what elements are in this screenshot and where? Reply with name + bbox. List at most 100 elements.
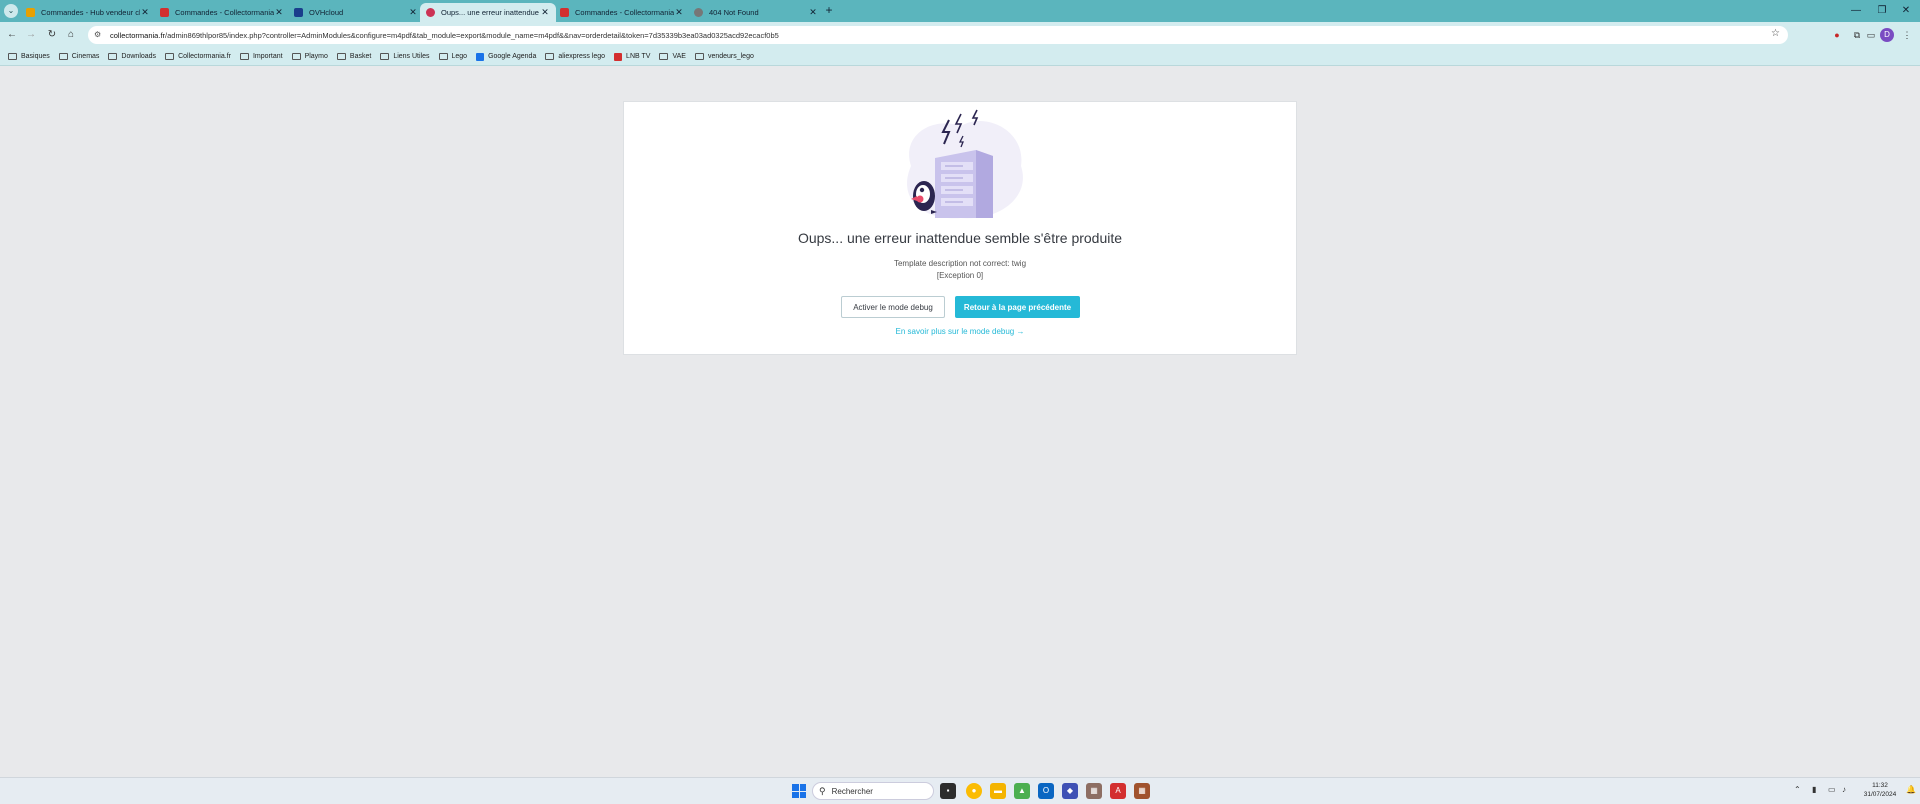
- window-close-icon[interactable]: ✕: [1894, 3, 1918, 19]
- app-icon[interactable]: ◆: [1062, 783, 1078, 799]
- folder-icon: [545, 53, 555, 60]
- tab-favicon-icon: [26, 8, 35, 17]
- clock-time: 11:32: [1872, 782, 1888, 789]
- folder-icon: [239, 53, 249, 60]
- enable-debug-button[interactable]: Activer le mode debug: [841, 296, 945, 318]
- folder-icon: [438, 53, 448, 60]
- minimize-icon[interactable]: —: [1844, 3, 1868, 19]
- photos-icon[interactable]: ▲: [1014, 783, 1030, 799]
- bookmark-folder[interactable]: Downloads: [108, 53, 156, 60]
- tv-icon: [614, 52, 623, 61]
- bookmark-folder[interactable]: Basiques: [8, 53, 50, 60]
- home-icon[interactable]: ⌂: [64, 28, 78, 42]
- bookmark-folder[interactable]: Collectormania.fr: [165, 53, 231, 60]
- extensions-puzzle-icon[interactable]: ⧉: [1850, 28, 1864, 42]
- back-arrow-icon[interactable]: ←: [5, 28, 19, 42]
- bookmark-folder[interactable]: vendeurs_lego: [694, 53, 754, 60]
- close-icon[interactable]: ✕: [540, 7, 550, 18]
- bookmark-folder[interactable]: Playmo: [291, 53, 328, 60]
- folder-icon: [380, 53, 390, 60]
- browser-toolbar: ← → ↻ ⌂ ⚙ collectormania.fr/admin869thlp…: [0, 22, 1920, 48]
- error-message-block: Template description not correct: twig […: [624, 258, 1296, 282]
- url-text[interactable]: collectormania.fr/admin869thlpor85/index…: [110, 31, 779, 40]
- bookmark-link[interactable]: LNB TV: [614, 52, 650, 61]
- forward-arrow-icon[interactable]: →: [24, 28, 38, 42]
- bookmark-folder[interactable]: aliexpress lego: [545, 53, 605, 60]
- tab-favicon-icon: [294, 8, 303, 17]
- close-icon[interactable]: ✕: [674, 7, 684, 18]
- address-bar[interactable]: ⚙ collectormania.fr/admin869thlpor85/ind…: [88, 26, 1788, 44]
- bookmark-folder[interactable]: VAE: [659, 53, 686, 60]
- explorer-folder-icon[interactable]: ▬: [990, 783, 1006, 799]
- bookmark-link[interactable]: Google Agenda: [476, 52, 536, 61]
- tab-favicon-icon: [160, 8, 169, 17]
- clock-date: 31/07/2024: [1863, 791, 1897, 798]
- site-info-icon[interactable]: ⚙: [94, 30, 104, 40]
- network-icon[interactable]: ▭: [1828, 785, 1836, 794]
- acrobat-icon[interactable]: A: [1110, 783, 1126, 799]
- tab-favicon-icon: [560, 8, 569, 17]
- close-icon[interactable]: ✕: [808, 7, 818, 18]
- new-tab-icon[interactable]: +: [822, 4, 836, 18]
- tab-title: OVHcloud: [309, 8, 344, 17]
- learn-more-debug-link[interactable]: En savoir plus sur le mode debug →: [624, 327, 1296, 336]
- archive-icon[interactable]: ▦: [1086, 783, 1102, 799]
- tab[interactable]: Commandes - Hub vendeur cli... ✕: [20, 3, 156, 22]
- bookmark-folder[interactable]: Liens Utiles: [380, 53, 430, 60]
- menu-kebab-icon[interactable]: ⋮: [1900, 28, 1914, 42]
- tab-title: Commandes - Collectormania: [175, 8, 274, 17]
- tab[interactable]: Commandes - Collectormania ✕: [554, 3, 690, 22]
- bookmarks-bar: Basiques Cinemas Downloads Collectormani…: [0, 48, 1920, 66]
- volume-icon[interactable]: ♪: [1842, 785, 1846, 794]
- battery-icon[interactable]: ▮: [1812, 785, 1816, 794]
- folder-icon: [8, 53, 17, 60]
- tab-title: Commandes - Collectormania: [575, 8, 674, 17]
- bookmark-folder[interactable]: Lego: [438, 53, 467, 60]
- error-card: Oups... une erreur inattendue semble s'ê…: [623, 101, 1297, 355]
- extension-icon[interactable]: ●: [1830, 28, 1844, 42]
- clock[interactable]: 11:32 31/07/2024: [1858, 781, 1902, 799]
- folder-icon: [694, 53, 704, 60]
- reload-icon[interactable]: ↻: [45, 28, 59, 42]
- taskbar-search[interactable]: ⚲ Rechercher: [812, 782, 934, 800]
- sidebar-icon[interactable]: ▭: [1864, 28, 1878, 42]
- bookmark-folder[interactable]: Important: [239, 53, 283, 60]
- go-back-button[interactable]: Retour à la page précédente: [955, 296, 1080, 318]
- bookmark-folder[interactable]: Cinemas: [58, 53, 99, 60]
- tab-search-icon[interactable]: ⌄: [4, 4, 18, 18]
- tab-active[interactable]: Oups... une erreur inattendue s... ✕: [420, 3, 556, 22]
- tab-favicon-icon: [426, 8, 435, 17]
- windows-start-icon[interactable]: [792, 784, 806, 798]
- tab-title: 404 Not Found: [709, 8, 759, 17]
- error-message: Template description not correct: twig: [893, 259, 1027, 268]
- tab[interactable]: OVHcloud ✕: [288, 3, 424, 22]
- file-manager-icon[interactable]: ▪: [940, 783, 956, 799]
- tab-strip: ⌄ Commandes - Hub vendeur cli... ✕ Comma…: [0, 0, 1920, 22]
- bookmark-star-icon[interactable]: ☆: [1771, 28, 1780, 39]
- tab-title: Oups... une erreur inattendue s...: [441, 8, 540, 17]
- archive-icon[interactable]: ▦: [1134, 783, 1150, 799]
- folder-icon: [291, 53, 301, 60]
- bookmark-folder[interactable]: Basket: [336, 53, 371, 60]
- restore-icon[interactable]: ❐: [1870, 3, 1894, 19]
- folder-icon: [58, 53, 68, 60]
- calendar-icon: [476, 52, 485, 61]
- folder-icon: [659, 53, 669, 60]
- profile-avatar[interactable]: D: [1880, 28, 1894, 42]
- error-title: Oups... une erreur inattendue semble s'ê…: [797, 230, 1123, 246]
- error-code: [Exception 0]: [936, 271, 984, 280]
- close-icon[interactable]: ✕: [274, 7, 284, 18]
- folder-icon: [108, 53, 118, 60]
- outlook-icon[interactable]: O: [1038, 783, 1054, 799]
- tab[interactable]: Commandes - Collectormania ✕: [154, 3, 290, 22]
- tab-title: Commandes - Hub vendeur cli...: [41, 8, 140, 17]
- chevron-up-icon[interactable]: ⌃: [1794, 785, 1801, 794]
- tab-favicon-icon: [694, 8, 703, 17]
- close-icon[interactable]: ✕: [140, 7, 150, 18]
- close-icon[interactable]: ✕: [408, 7, 418, 18]
- server-error-illustration: [907, 109, 1023, 219]
- chrome-icon[interactable]: ●: [966, 783, 982, 799]
- notification-bell-icon[interactable]: 🔔: [1906, 785, 1916, 794]
- tab[interactable]: 404 Not Found ✕: [688, 3, 824, 22]
- search-icon: ⚲: [819, 785, 826, 796]
